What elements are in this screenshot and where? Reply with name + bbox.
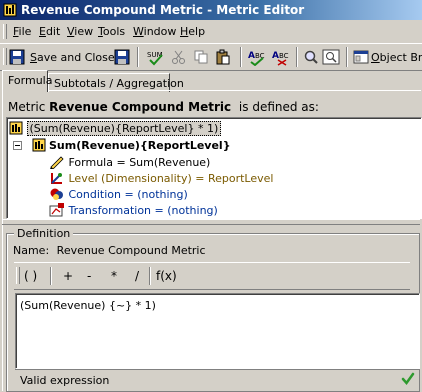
tree-node-label: Sum(Revenue){ReportLevel}	[49, 139, 231, 152]
toolbar-separator	[240, 47, 242, 67]
toolbar: Save and Close SUM A BC A BC Object Br	[0, 43, 422, 71]
definition-name-row: Name: Revenue Compound Metric	[13, 244, 206, 257]
valid-check-icon	[401, 372, 415, 386]
tree-child-formula[interactable]: Formula = Sum(Revenue)	[49, 155, 210, 170]
tree-node-row[interactable]: Sum(Revenue){ReportLevel}	[13, 138, 231, 152]
menu-grip[interactable]	[3, 24, 7, 39]
metric-definition-line: Metric Revenue Compound Metric is define…	[8, 100, 319, 114]
save-and-close-button[interactable]: Save and Close	[30, 51, 115, 64]
operator-separator	[149, 267, 151, 285]
validation-status-text: Valid expression	[20, 374, 110, 387]
menu-edit[interactable]: Edit	[39, 25, 60, 38]
collapse-icon[interactable]	[13, 141, 22, 150]
definition-legend: Definition	[14, 227, 74, 240]
divide-button[interactable]: /	[135, 269, 139, 283]
spell-check-alt-icon[interactable]: A BC	[272, 48, 290, 66]
transformation-icon	[49, 203, 64, 217]
find-icon[interactable]	[303, 48, 319, 66]
cut-icon[interactable]	[171, 48, 187, 66]
save-icon[interactable]	[114, 48, 130, 66]
operator-toolbar: ( ) + - * / f(x)	[14, 262, 410, 290]
minus-button[interactable]: -	[87, 269, 91, 283]
menu-window[interactable]: Window	[133, 25, 176, 38]
save-disk-icon[interactable]	[9, 48, 25, 66]
object-browser-button[interactable]: Object Bro	[371, 51, 422, 64]
formula-editor[interactable]: (Sum(Revenue) {~} * 1)	[15, 293, 420, 369]
formula-text: (Sum(Revenue) {~} * 1)	[20, 299, 156, 312]
metric-editor-icon	[3, 3, 17, 17]
tree-child-transformation[interactable]: Transformation = (nothing)	[49, 203, 218, 217]
toolbar-separator	[137, 47, 139, 67]
object-browser-icon[interactable]	[353, 48, 369, 66]
svg-text:A: A	[248, 51, 255, 61]
toolbar-separator	[296, 47, 298, 67]
menu-tools[interactable]: Tools	[98, 25, 125, 38]
title-bar[interactable]: Revenue Compound Metric - Metric Editor	[0, 0, 422, 20]
menu-file[interactable]: File	[13, 25, 31, 38]
copy-icon[interactable]	[193, 48, 209, 66]
tree-child-condition[interactable]: Condition = (nothing)	[49, 187, 188, 201]
compound-metric-icon	[9, 121, 23, 135]
zoom-window-icon[interactable]	[322, 48, 340, 66]
tree-child-level[interactable]: Level (Dimensionality) = ReportLevel	[49, 171, 273, 185]
function-button[interactable]: f(x)	[156, 269, 177, 283]
spell-check-icon[interactable]: A BC	[248, 48, 266, 66]
validation-status-bar: Valid expression	[15, 369, 420, 389]
menu-view[interactable]: View	[67, 25, 93, 38]
operator-separator	[50, 267, 52, 285]
condition-filter-icon	[50, 188, 63, 200]
svg-text:A: A	[272, 51, 279, 61]
level-dimensionality-icon	[51, 173, 62, 184]
panel-splitter[interactable]	[2, 219, 420, 225]
menu-help[interactable]: Help	[180, 25, 205, 38]
definition-name-value: Revenue Compound Metric	[56, 244, 206, 257]
menu-bar: File Edit View Tools Window Help	[0, 21, 422, 41]
metric-tree-view[interactable]: (Sum(Revenue){ReportLevel} * 1) Sum(Reve…	[6, 117, 422, 219]
tree-root-row[interactable]: (Sum(Revenue){ReportLevel} * 1)	[9, 121, 222, 136]
sum-validate-icon[interactable]: SUM	[146, 48, 164, 66]
parentheses-button[interactable]: ( )	[24, 269, 37, 283]
metric-icon	[32, 138, 45, 152]
multiply-button[interactable]: *	[111, 269, 117, 283]
paste-icon[interactable]	[215, 48, 231, 66]
window-title: Revenue Compound Metric - Metric Editor	[21, 3, 305, 17]
toolbar-separator	[346, 47, 348, 67]
operator-toolbar-grip[interactable]	[16, 267, 20, 284]
metric-name: Revenue Compound Metric	[49, 100, 232, 114]
tab-formula[interactable]: Formula	[2, 70, 52, 92]
formula-pencil-icon	[50, 156, 64, 170]
svg-text:BC: BC	[279, 52, 289, 60]
toolbar-grip[interactable]	[3, 48, 7, 65]
plus-button[interactable]: +	[63, 269, 73, 283]
tree-root-label: (Sum(Revenue){ReportLevel} * 1)	[26, 121, 222, 136]
